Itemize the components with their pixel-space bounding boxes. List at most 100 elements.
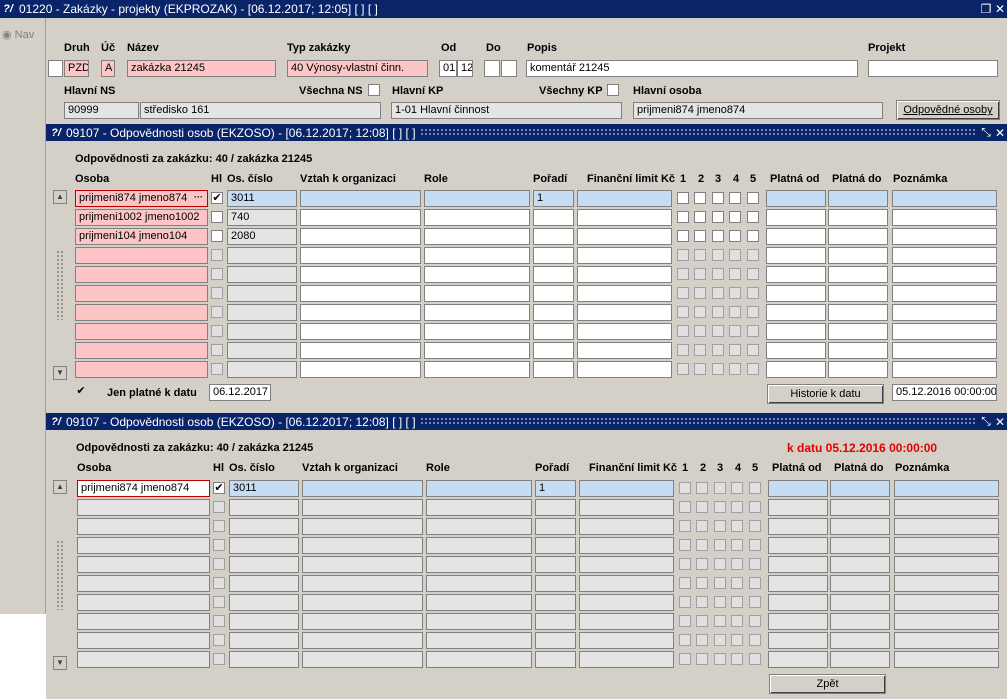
cell-platna-do[interactable]	[828, 304, 888, 321]
cell-platna-do[interactable]	[828, 323, 888, 340]
flag-checkbox-3[interactable]	[712, 230, 724, 242]
cell-platna-do[interactable]	[830, 480, 890, 497]
do-month-field[interactable]	[501, 60, 517, 77]
flag-checkbox-2[interactable]	[694, 344, 706, 356]
flag-checkbox-3[interactable]	[714, 634, 726, 646]
flag-checkbox-1[interactable]	[679, 615, 691, 627]
hl-checkbox[interactable]	[211, 287, 223, 299]
flag-checkbox-2[interactable]	[696, 615, 708, 627]
cell-vztah[interactable]	[300, 228, 421, 245]
cell-limit[interactable]	[577, 342, 672, 359]
cell-osoba[interactable]: prijmeni1002 jmeno1002	[75, 209, 208, 226]
druh-field[interactable]: PZD	[64, 60, 89, 77]
flag-checkbox-3[interactable]	[712, 363, 724, 375]
hl-checkbox[interactable]	[213, 634, 225, 646]
flag-checkbox-4[interactable]	[731, 596, 743, 608]
cell-role[interactable]	[426, 594, 532, 611]
cell-vztah[interactable]	[302, 518, 423, 535]
cell-platna-do[interactable]	[828, 342, 888, 359]
cell-vztah[interactable]	[302, 556, 423, 573]
flag-checkbox-4[interactable]	[729, 344, 741, 356]
flag-checkbox-5[interactable]	[747, 287, 759, 299]
cell-cislo[interactable]	[227, 342, 297, 359]
cell-cislo[interactable]	[227, 266, 297, 283]
flag-checkbox-2[interactable]	[696, 539, 708, 551]
cell-limit[interactable]	[579, 632, 674, 649]
cell-role[interactable]	[424, 342, 530, 359]
hl-checkbox[interactable]	[213, 596, 225, 608]
flag-checkbox-2[interactable]	[696, 634, 708, 646]
cell-platna-do[interactable]	[830, 499, 890, 516]
cell-poznamka[interactable]	[892, 247, 997, 264]
cell-poradi[interactable]	[535, 518, 576, 535]
flag-checkbox-2[interactable]	[696, 577, 708, 589]
cell-platna-od[interactable]	[766, 247, 826, 264]
uc-field[interactable]: A	[101, 60, 115, 77]
cell-poznamka[interactable]	[892, 266, 997, 283]
navigator-button[interactable]: ◉ Nav	[0, 18, 45, 41]
flag-checkbox-3[interactable]	[712, 306, 724, 318]
flag-checkbox-5[interactable]	[749, 501, 761, 513]
cell-vztah[interactable]	[300, 266, 421, 283]
cell-poradi[interactable]	[535, 499, 576, 516]
cell-platna-od[interactable]	[768, 613, 828, 630]
flag-checkbox-1[interactable]	[677, 287, 689, 299]
cell-vztah[interactable]	[302, 499, 423, 516]
cell-role[interactable]	[424, 190, 530, 207]
cell-poznamka[interactable]	[894, 575, 999, 592]
popis-field[interactable]: komentář 21245	[526, 60, 858, 77]
cell-cislo[interactable]: 2080	[227, 228, 297, 245]
cell-vztah[interactable]	[302, 651, 423, 668]
cell-limit[interactable]	[577, 323, 672, 340]
flag-checkbox-1[interactable]	[679, 577, 691, 589]
cell-poradi[interactable]	[533, 247, 574, 264]
cell-cislo[interactable]	[229, 594, 299, 611]
cell-cislo[interactable]	[229, 499, 299, 516]
cell-poradi[interactable]	[533, 285, 574, 302]
cell-limit[interactable]	[579, 518, 674, 535]
flag-checkbox-3[interactable]	[714, 653, 726, 665]
cell-limit[interactable]	[579, 480, 674, 497]
flag-checkbox-3[interactable]	[714, 615, 726, 627]
cell-cislo[interactable]	[227, 247, 297, 264]
restore-icon[interactable]: ❐	[979, 2, 993, 16]
cell-poznamka[interactable]	[892, 361, 997, 378]
flag-checkbox-1[interactable]	[677, 363, 689, 375]
cell-role[interactable]	[424, 361, 530, 378]
projekt-field[interactable]	[868, 60, 998, 77]
cell-platna-do[interactable]	[828, 209, 888, 226]
flag-checkbox-5[interactable]	[747, 344, 759, 356]
cell-platna-od[interactable]	[768, 518, 828, 535]
flag-checkbox-3[interactable]	[714, 501, 726, 513]
cell-limit[interactable]	[577, 190, 672, 207]
flag-checkbox-3[interactable]	[714, 482, 726, 494]
panel2-close-icon[interactable]: ✕	[993, 415, 1007, 429]
cell-cislo[interactable]	[229, 518, 299, 535]
cell-poznamka[interactable]	[892, 304, 997, 321]
cell-poradi[interactable]	[533, 266, 574, 283]
flag-checkbox-2[interactable]	[696, 596, 708, 608]
cell-vztah[interactable]	[302, 537, 423, 554]
hl-checkbox[interactable]: ✔	[211, 192, 223, 204]
cell-cislo[interactable]	[227, 323, 297, 340]
cell-poradi[interactable]: 1	[535, 480, 576, 497]
cell-poznamka[interactable]	[892, 209, 997, 226]
cell-platna-do[interactable]	[830, 613, 890, 630]
cell-poradi[interactable]	[535, 651, 576, 668]
flag-checkbox-5[interactable]	[747, 230, 759, 242]
flag-checkbox-2[interactable]	[694, 249, 706, 261]
typ-zakazky-field[interactable]: 40 Výnosy-vlastní činn.	[287, 60, 428, 77]
cell-cislo[interactable]	[229, 651, 299, 668]
cell-limit[interactable]	[577, 304, 672, 321]
flag-checkbox-4[interactable]	[731, 653, 743, 665]
flag-checkbox-2[interactable]	[696, 482, 708, 494]
cell-platna-do[interactable]	[828, 285, 888, 302]
cell-platna-od[interactable]	[768, 556, 828, 573]
cell-osoba[interactable]: prijmeni874 jmeno874	[75, 190, 208, 207]
cell-poznamka[interactable]	[892, 228, 997, 245]
vertical-scrollbar[interactable]: ▲ ▼	[53, 480, 67, 670]
flag-checkbox-4[interactable]	[729, 325, 741, 337]
flag-checkbox-5[interactable]	[749, 596, 761, 608]
hl-checkbox[interactable]	[211, 344, 223, 356]
hl-checkbox[interactable]	[211, 211, 223, 223]
